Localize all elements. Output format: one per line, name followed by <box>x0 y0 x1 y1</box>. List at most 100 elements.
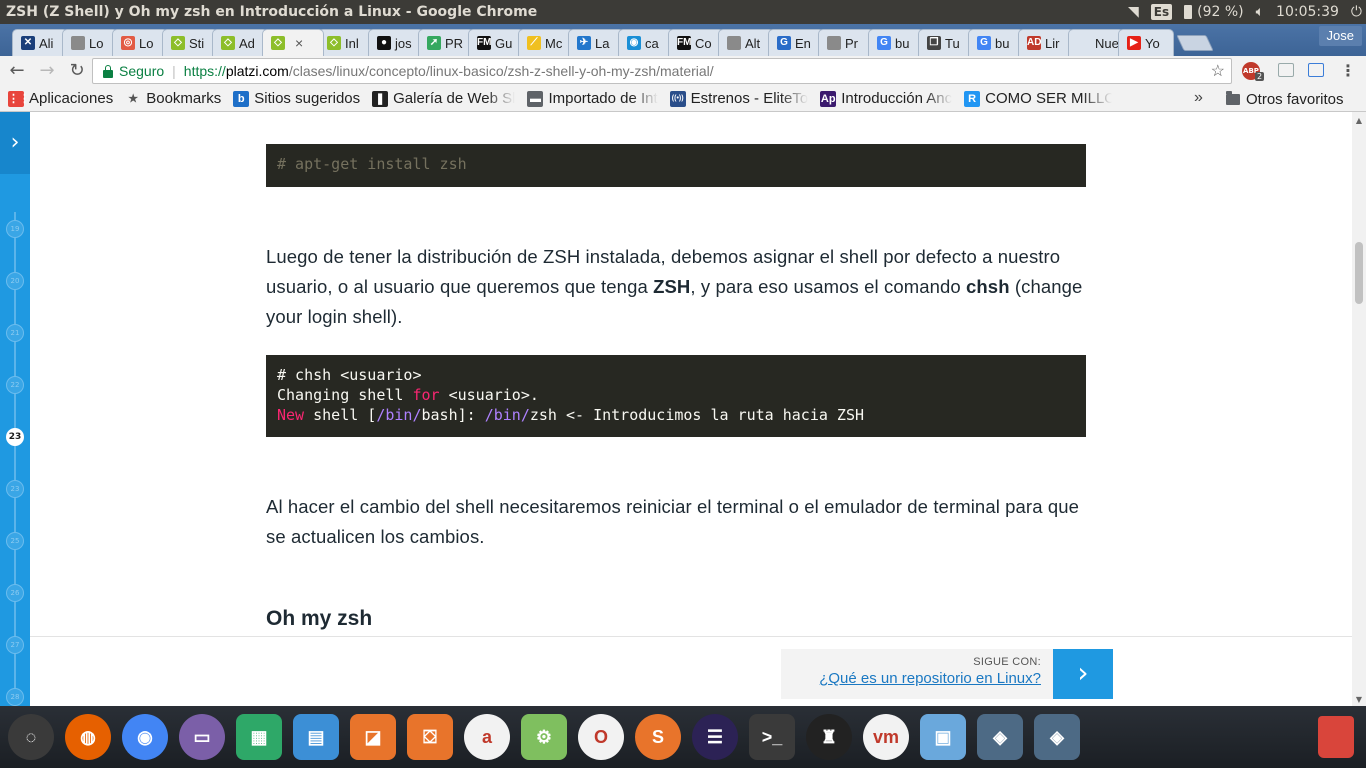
tab-label: Yo <box>1145 35 1160 51</box>
dock-opera-icon[interactable]: O <box>578 714 624 760</box>
battery-indicator[interactable]: (92 %) <box>1184 4 1244 20</box>
dock-spreadsheet-icon[interactable]: ▦ <box>236 714 282 760</box>
tab[interactable]: ✕ Ali <box>12 29 68 56</box>
lesson-step[interactable]: 28 <box>6 688 24 706</box>
clock[interactable]: 10:05:39 <box>1276 4 1339 20</box>
bookmark-item[interactable]: R COMO SER MILLO <box>964 90 1112 107</box>
lesson-step-current[interactable]: 23 <box>6 428 24 446</box>
dock-impress-icon[interactable]: ◪ <box>350 714 396 760</box>
profile-button[interactable]: Jose <box>1318 26 1362 46</box>
window-title: ZSH (Z Shell) y Oh my zsh en Introducció… <box>6 4 538 20</box>
dock-writer-icon[interactable]: ▤ <box>293 714 339 760</box>
reload-button[interactable]: ↻ <box>64 58 90 84</box>
bookmarks-overflow-chevron[interactable]: » <box>1194 89 1203 107</box>
trash-icon[interactable] <box>1318 716 1354 758</box>
tab-close-icon[interactable]: × <box>295 35 303 51</box>
tab-favicon-icon: ● <box>377 36 391 50</box>
bookmark-item[interactable]: ❚ Galería de Web Sl <box>372 90 515 107</box>
tab[interactable]: FM Co <box>668 29 724 56</box>
dock-sublime-icon[interactable]: S <box>635 714 681 760</box>
tab[interactable]: ❒ Tu <box>918 29 974 56</box>
tab[interactable]: ◇ Sti <box>162 29 218 56</box>
back-button[interactable]: ← <box>4 58 30 84</box>
tab[interactable]: ◇ Inl <box>318 29 374 56</box>
tab[interactable]: AD Lir <box>1018 29 1074 56</box>
lesson-step[interactable]: 22 <box>6 376 24 394</box>
cast-extension-icon[interactable] <box>1308 63 1324 77</box>
tab-favicon-icon: ➚ <box>427 36 441 50</box>
dock-wireshark-icon[interactable]: ◈ <box>977 714 1023 760</box>
tab[interactable]: ◇ Ad <box>212 29 268 56</box>
battery-icon <box>1184 5 1193 19</box>
dock-ubuntu-dash-icon[interactable]: ◌ <box>8 714 54 760</box>
tab-favicon-icon: ❒ <box>927 36 941 50</box>
scroll-up-arrow-icon[interactable]: ▲ <box>1352 116 1366 125</box>
scroll-down-arrow-icon[interactable]: ▼ <box>1352 695 1366 704</box>
volume-icon[interactable]: 🔈︎ <box>1256 4 1264 20</box>
bookmark-item[interactable]: Ap Introducción Anc <box>820 90 952 107</box>
tab[interactable]: Nuev <box>1068 29 1124 56</box>
forward-button[interactable]: → <box>34 58 60 84</box>
dock-software-icon[interactable]: ⛋ <box>407 714 453 760</box>
dock-amazon-icon[interactable]: a <box>464 714 510 760</box>
lesson-step[interactable]: 20 <box>6 272 24 290</box>
tab-label: Gu <box>495 35 513 51</box>
tab[interactable]: Pr <box>818 29 874 56</box>
tab-favicon-icon: ⟋ <box>527 36 541 50</box>
lesson-step[interactable]: 27 <box>6 636 24 654</box>
dock-chess-icon[interactable]: ♜ <box>806 714 852 760</box>
next-lesson-link[interactable]: ¿Qué es un repositorio en Linux? <box>819 670 1041 687</box>
lesson-step[interactable]: 23 <box>6 480 24 498</box>
tab[interactable]: FM Gu <box>468 29 524 56</box>
dock-vm-icon[interactable]: vm <box>863 714 909 760</box>
sidebar-expand-chevron-icon[interactable]: › <box>0 112 30 174</box>
tab[interactable]: ⟋ Mc <box>518 29 574 56</box>
text-run: , y para eso usamos el comando <box>690 276 967 297</box>
dock-wireshark-2-icon[interactable]: ◈ <box>1034 714 1080 760</box>
next-lesson-button[interactable]: › <box>1053 649 1113 699</box>
tab-favicon-icon <box>827 36 841 50</box>
tab-favicon-icon: ▶ <box>1127 36 1141 50</box>
dock-eclipse-icon[interactable]: ☰ <box>692 714 738 760</box>
tab-active[interactable]: ◇ × <box>262 29 324 56</box>
address-bar[interactable]: Seguro | https:// platzi.com /clases/lin… <box>92 58 1232 84</box>
dock-chrome-icon[interactable]: ◉ <box>122 714 168 760</box>
scrollbar-thumb[interactable] <box>1355 242 1363 304</box>
tab[interactable]: Gbu <box>968 29 1024 56</box>
new-tab-button[interactable] <box>1176 35 1214 51</box>
tab[interactable]: Lo <box>62 29 118 56</box>
tab[interactable]: ◎ Lo <box>112 29 168 56</box>
tab[interactable]: ✈ La <box>568 29 624 56</box>
other-bookmarks-folder[interactable]: Otros favoritos <box>1226 86 1344 112</box>
bookmark-star-icon[interactable]: ☆ <box>1211 61 1225 81</box>
chrome-menu-icon[interactable]: ⋮ <box>1340 61 1356 80</box>
dock-files-icon[interactable]: ▭ <box>179 714 225 760</box>
dock-firefox-icon[interactable]: ◍ <box>65 714 111 760</box>
tab[interactable]: Gbu <box>868 29 924 56</box>
bookmark-item[interactable]: ((•)) Estrenos - EliteTo <box>669 90 808 107</box>
page-scrollbar[interactable]: ▲ ▼ <box>1352 112 1366 706</box>
lesson-step[interactable]: 21 <box>6 324 24 342</box>
bookmark-item[interactable]: ⋮⋮ Aplicaciones <box>8 90 113 107</box>
lesson-step[interactable]: 26 <box>6 584 24 602</box>
bookmark-item[interactable]: b Sitios sugeridos <box>233 90 360 107</box>
tab[interactable]: G En <box>768 29 824 56</box>
bookmark-item[interactable]: ★ Bookmarks <box>125 90 221 107</box>
dock-terminal-icon[interactable]: >_ <box>749 714 795 760</box>
dock-virtualbox-icon[interactable]: ▣ <box>920 714 966 760</box>
tab[interactable]: ➚ PR <box>418 29 474 56</box>
code-text: Changing shell <box>277 386 413 404</box>
bookmark-favicon-icon: ⋮⋮ <box>8 90 30 107</box>
dock-settings-icon[interactable]: ⚙ <box>521 714 567 760</box>
power-icon[interactable]: ⏻ <box>1351 4 1362 20</box>
lesson-step[interactable]: 19 <box>6 220 24 238</box>
keyboard-layout-indicator[interactable]: Es <box>1150 4 1173 20</box>
extension-icon[interactable] <box>1278 63 1294 77</box>
tab[interactable]: ▶ Yo <box>1118 29 1174 56</box>
wifi-icon[interactable]: ◥ <box>1128 4 1139 20</box>
bookmark-item[interactable]: ▬ Importado de Int <box>527 90 658 107</box>
tab[interactable]: ◉ ca <box>618 29 674 56</box>
tab[interactable]: Alt <box>718 29 774 56</box>
tab[interactable]: ● jos <box>368 29 424 56</box>
lesson-step[interactable]: 25 <box>6 532 24 550</box>
